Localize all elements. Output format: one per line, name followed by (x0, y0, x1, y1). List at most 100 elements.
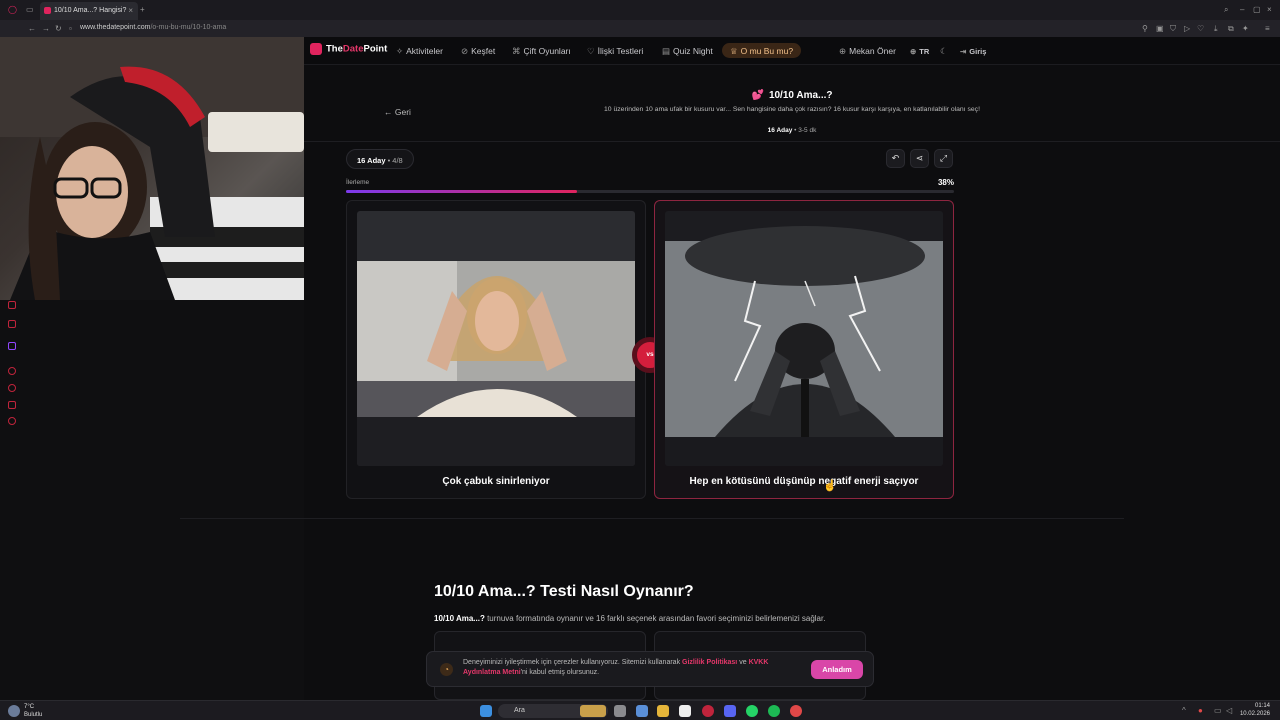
snapshot-icon[interactable]: ▣ (1156, 24, 1164, 33)
cookie-text-1: Deneyiminizi iyileştirmek için çerezler … (463, 659, 683, 666)
tray-chevron-icon[interactable]: ^ (1182, 706, 1186, 715)
obs-icon[interactable] (790, 705, 802, 717)
search-highlight-icon (580, 705, 606, 717)
howto-description: 10/10 Ama...? turnuva formatında oynanır… (434, 614, 825, 623)
nav-this-or-that[interactable]: ♕ O mu Bu mu? (722, 43, 802, 58)
site-header: TheDatePoint ✧ Aktiviteler ⊘ Keşfet ⌘ Çift … (304, 37, 1280, 65)
widgets-icon[interactable] (636, 705, 648, 717)
option-left-image (357, 211, 635, 466)
nav-explore[interactable]: ⊘ Keşfet (461, 46, 495, 57)
option-card-right[interactable]: Hep en kötüsünü düşünüp negatif enerji s… (654, 200, 954, 499)
fullscreen-button[interactable]: ⤢ (934, 149, 953, 168)
file-explorer-icon[interactable] (657, 705, 669, 717)
howto-desc-rest: turnuva formatında oynanır ve 16 farklı … (484, 614, 826, 623)
plus-circle-icon: ⊕ (839, 46, 847, 56)
store-icon[interactable] (679, 705, 691, 717)
menu-icon[interactable]: ≡ (1265, 24, 1270, 33)
weather-icon[interactable] (8, 705, 20, 717)
browser-tab-bar: ◯ ▭ 10/10 Ama...? Hangisi? × + ⌕ – ▢ × (0, 0, 1280, 20)
play-icon[interactable]: ▷ (1184, 24, 1190, 33)
site-logo[interactable]: TheDatePoint (310, 43, 387, 55)
privacy-policy-link[interactable]: Gizlilik Politikası (682, 659, 737, 666)
weather-widget[interactable]: 7°C Bulutlu (24, 703, 42, 719)
shield-icon[interactable]: ⛉ (1170, 24, 1176, 34)
nav-activities-label: Aktiviteler (406, 46, 443, 56)
heart-icon[interactable]: ♡ (1197, 24, 1204, 33)
expand-icon: ⤢ (939, 153, 948, 163)
task-view-icon[interactable] (614, 705, 626, 717)
trophy-icon: ♕ (730, 46, 738, 56)
nav-quiz-night-label: Quiz Night (673, 46, 713, 56)
cookie-text: Deneyiminizi iyileştirmek için çerezler … (463, 658, 803, 678)
webcam-person-image (0, 37, 304, 300)
whatsapp-icon[interactable] (746, 705, 758, 717)
browser-tab-active[interactable]: 10/10 Ama...? Hangisi? × (40, 2, 138, 20)
hearts-icon: 💕 (751, 90, 764, 101)
sidebar-twitch-icon[interactable] (8, 342, 16, 350)
nav-couple-games-label: Çift Oyunları (523, 46, 571, 56)
forward-icon[interactable]: → (42, 24, 50, 33)
sidebar-history-icon[interactable] (8, 384, 16, 392)
windows-start-icon[interactable] (480, 705, 492, 717)
nav-relationship-tests[interactable]: ♡ İlişki Testleri (587, 46, 643, 57)
sidebar-messenger-icon[interactable] (8, 301, 16, 309)
download-icon[interactable]: ⤓ (1214, 24, 1218, 34)
logo-text-prefix: The (326, 43, 343, 55)
maximize-window-icon[interactable]: ▢ (1253, 5, 1261, 14)
page-description: 10 üzerinden 10 ama ufak bir kusuru var.… (604, 106, 980, 113)
url-field[interactable]: www.thedatepoint.com/o-mu-bu-mu/10-10-am… (80, 24, 226, 31)
cookie-icon: ◔ (440, 663, 453, 676)
taskbar: 7°C Bulutlu Ara ^ ● ▭ ◁ 01:14 10.02.2026 (0, 700, 1280, 720)
lock-icon: ▫ (69, 24, 72, 33)
sidebar-instagram-icon[interactable] (8, 320, 16, 328)
spotify-icon[interactable] (768, 705, 780, 717)
minimize-window-icon[interactable]: – (1240, 5, 1244, 14)
mic-icon[interactable]: ● (1198, 706, 1203, 715)
extensions-icon[interactable]: ⧉ (1228, 24, 1234, 34)
undo-button[interactable]: ↶ (886, 149, 905, 168)
nav-relationship-tests-label: İlişki Testleri (597, 46, 644, 56)
weather-temp: 7°C (24, 704, 35, 710)
back-link[interactable]: ← Geri (384, 107, 411, 117)
volume-icon[interactable]: ◁ (1226, 706, 1232, 715)
url-domain: www.thedatepoint.com (80, 24, 151, 31)
discord-icon[interactable] (724, 705, 736, 717)
sidebar-clock-icon[interactable] (8, 367, 16, 375)
reload-icon[interactable]: ↻ (55, 24, 62, 33)
nav-quiz-night[interactable]: ▤ Quiz Night (662, 46, 713, 57)
taskbar-clock[interactable]: 01:14 10.02.2026 (1240, 702, 1270, 718)
login-label: Giriş (969, 47, 987, 56)
option-right-caption: Hep en kötüsünü düşünüp negatif enerji s… (689, 476, 919, 487)
round-step: 4/8 (392, 156, 403, 165)
tab-menu-icon[interactable]: ▭ (26, 5, 34, 14)
ai-icon[interactable]: ✦ (1242, 24, 1249, 33)
quiz-icon: ▤ (662, 46, 671, 56)
nav-activities[interactable]: ✧ Aktiviteler (396, 46, 443, 57)
game-page: ← Geri 💕 10/10 Ama...? 10 üzerinden 10 am… (180, 65, 1280, 700)
close-window-icon[interactable]: × (1267, 5, 1272, 14)
cookie-text-2: 'ni kabul etmiş olursunuz. (520, 669, 600, 676)
round-chip: 16 Aday • 4/8 (346, 149, 414, 169)
new-tab-icon[interactable]: + (140, 5, 145, 14)
sidebar-settings-icon[interactable] (8, 417, 16, 425)
opera-logo-icon[interactable]: ◯ (8, 5, 17, 14)
sidebar-chat-icon[interactable] (8, 401, 16, 409)
opera-taskbar-icon[interactable] (702, 705, 714, 717)
option-card-left[interactable]: Çok çabuk sinirleniyor (346, 200, 646, 499)
nav-suggest-place[interactable]: ⊕ Mekan Öner (839, 46, 896, 57)
network-icon[interactable]: ▭ (1214, 706, 1222, 715)
nav-suggest-place-label: Mekan Öner (849, 46, 896, 56)
back-icon[interactable]: ← (28, 24, 36, 33)
cookie-and: ve (737, 659, 749, 666)
accept-cookies-button[interactable]: Anladım (811, 660, 863, 679)
search-tabs-icon[interactable]: ⌕ (1224, 5, 1228, 15)
nav-couple-games[interactable]: ⌘ Çift Oyunları (512, 46, 571, 57)
close-tab-icon[interactable]: × (128, 6, 133, 15)
progress-bar (346, 190, 954, 193)
pin-icon[interactable]: ⚲ (1142, 24, 1148, 33)
share-button[interactable]: ⋖ (910, 149, 929, 168)
language-switch[interactable]: ⊕ TR (910, 47, 929, 56)
login-link[interactable]: ⇥ Giriş (960, 47, 986, 56)
theme-toggle[interactable]: ☾ (940, 46, 951, 57)
howto-desc-bold: 10/10 Ama...? (434, 614, 485, 623)
